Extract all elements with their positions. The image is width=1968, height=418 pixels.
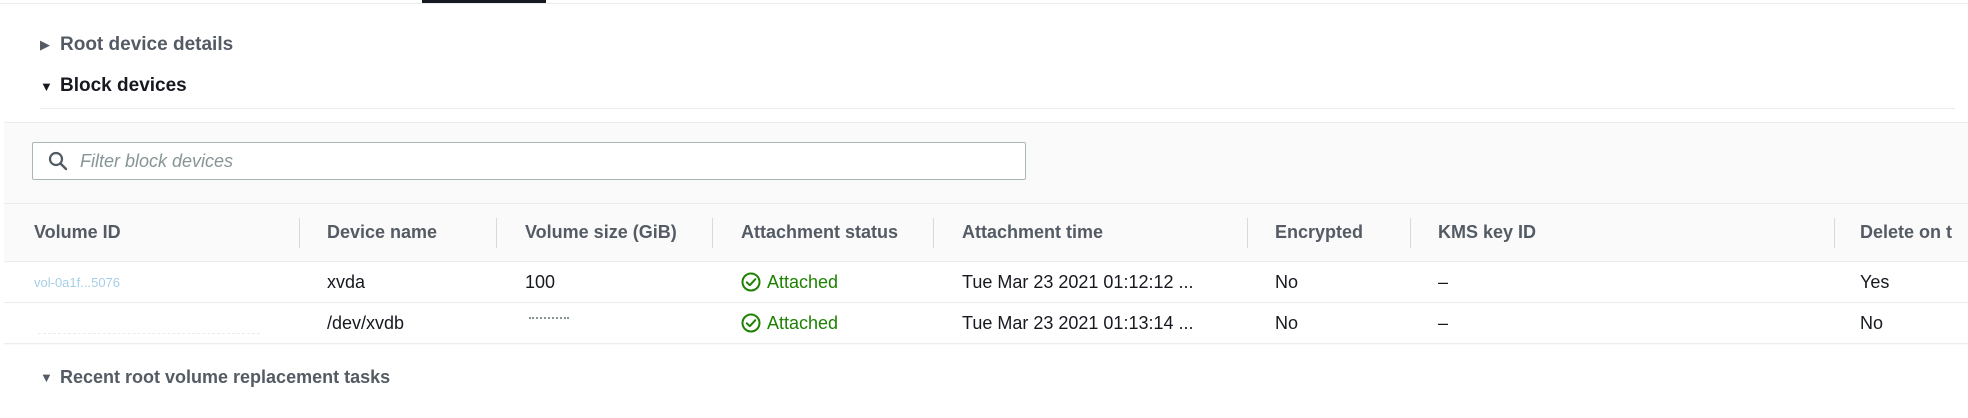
column-resizer[interactable] [712,218,713,248]
column-header-kms-key-id[interactable]: KMS key ID [1438,204,1536,261]
kms-key-id-cell: – [1438,312,1449,333]
recent-root-volume-replacement-tasks-toggle[interactable]: ▼ Recent root volume replacement tasks [40,367,390,388]
volume-id-link[interactable]: vol-0a1f...5076 [34,262,120,302]
column-header-attachment-status[interactable]: Attachment status [741,204,898,261]
attachment-time-cell: Tue Mar 23 2021 01:12:12 ... [962,271,1194,292]
column-header-volume-size[interactable]: Volume size (GiB) [525,204,677,261]
caret-down-icon: ▼ [40,370,53,385]
table-row[interactable]: /dev/xvdb Attached Tue Mar 23 2021 01:13… [4,303,1968,344]
column-header-device-name[interactable]: Device name [327,204,437,261]
delete-on-termination-cell: No [1860,312,1884,333]
tab-divider [0,3,1968,4]
check-circle-icon [741,313,761,333]
attachment-status-cell: Attached [741,262,838,302]
section-divider [40,108,1955,109]
column-header-delete-on-termination[interactable]: Delete on t [1860,204,1952,261]
attachment-status-label: Attached [767,271,839,292]
instance-storage-panel: ▶ Root device details ▼ Block devices Vo… [0,0,1968,418]
section-title: Recent root volume replacement tasks [60,367,391,387]
column-header-encrypted[interactable]: Encrypted [1275,204,1363,261]
encrypted-cell: No [1275,271,1299,292]
attachment-time-cell: Tue Mar 23 2021 01:13:14 ... [962,312,1194,333]
caret-right-icon: ▶ [40,37,50,52]
check-circle-icon [741,272,761,292]
column-resizer[interactable] [496,218,497,248]
column-resizer[interactable] [299,218,300,248]
column-resizer[interactable] [933,218,934,248]
section-title: Block devices [60,75,187,96]
device-name-cell: xvda [327,271,366,292]
kms-key-id-cell: – [1438,271,1449,292]
device-name-cell: /dev/xvdb [327,312,405,333]
delete-on-termination-cell: Yes [1860,271,1890,292]
redacted-volume-id [38,313,260,334]
section-title: Root device details [60,34,234,55]
table-row[interactable]: vol-0a1f...5076 xvda 100 Attached Tue Ma… [4,262,1968,303]
filter-block-devices-field[interactable] [32,142,1026,180]
block-devices-toggle[interactable]: ▼ Block devices [40,75,187,97]
attachment-status-cell: Attached [741,303,838,343]
caret-down-icon: ▼ [40,78,53,94]
root-device-details-toggle[interactable]: ▶ Root device details [40,34,233,56]
column-resizer[interactable] [1247,218,1248,248]
filter-input[interactable] [78,149,982,173]
column-header-volume-id[interactable]: Volume ID [34,204,121,261]
attachment-status-label: Attached [767,312,839,333]
column-resizer[interactable] [1834,218,1835,248]
column-header-attachment-time[interactable]: Attachment time [962,204,1103,261]
volume-size-cell: 100 [525,271,556,292]
encrypted-cell: No [1275,312,1299,333]
table-header: Volume ID Device name Volume size (GiB) … [4,203,1968,262]
redacted-volume-size [529,303,569,343]
search-icon [46,149,70,173]
column-resizer[interactable] [1410,218,1411,248]
redaction-mark [529,317,569,329]
